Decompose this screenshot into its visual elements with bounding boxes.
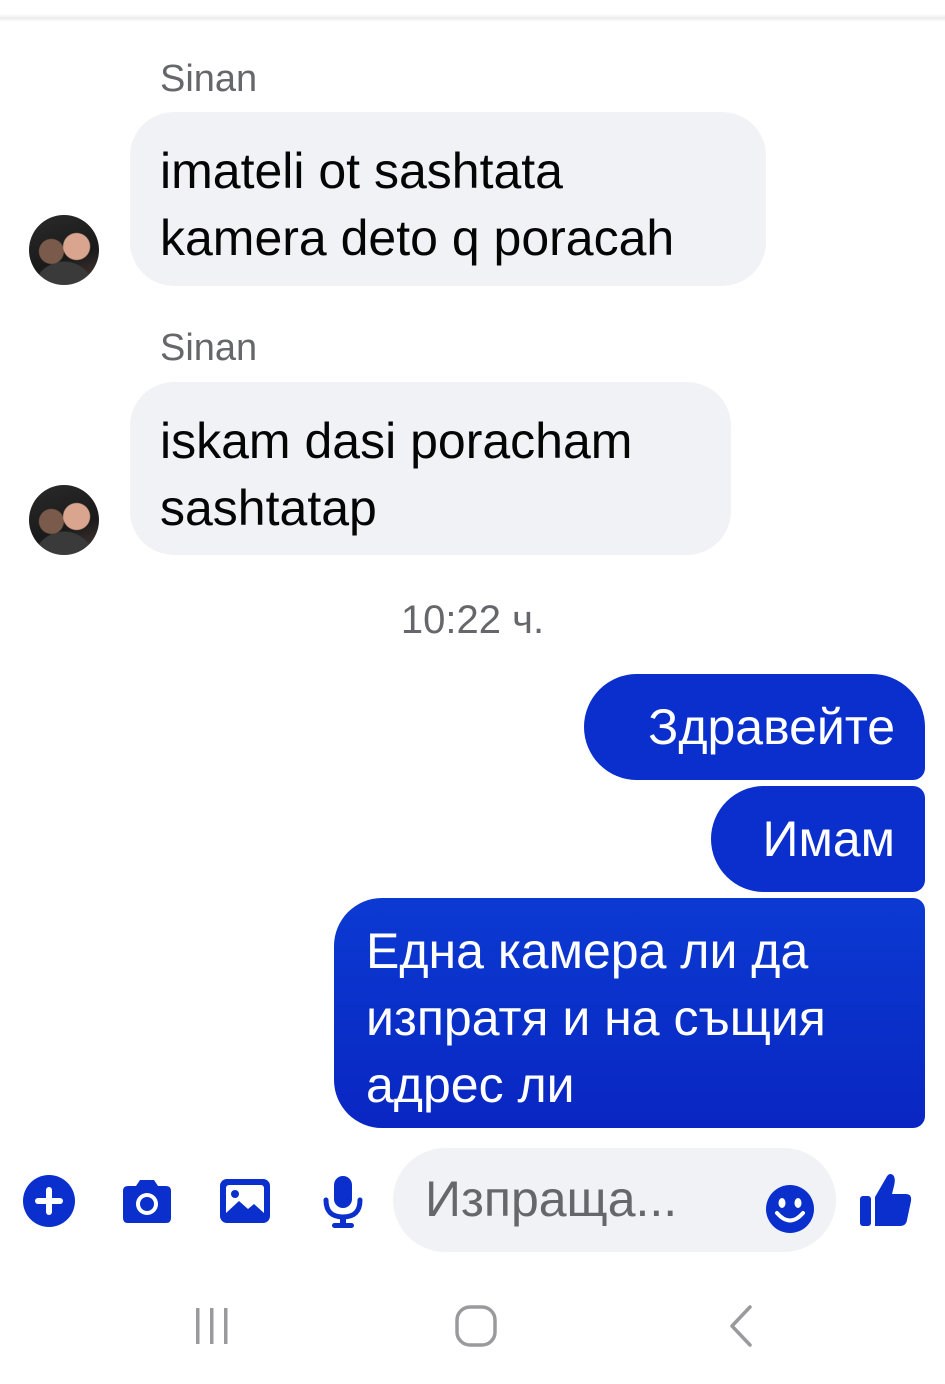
message-composer: Изпраща... bbox=[0, 1140, 945, 1260]
camera-icon[interactable] bbox=[119, 1173, 175, 1229]
recent-apps-icon[interactable] bbox=[190, 1308, 234, 1344]
message-line: iskam dasi poracham bbox=[160, 413, 633, 469]
message-line: Една камера ли да bbox=[366, 923, 809, 979]
timestamp: 10:22 ч. bbox=[400, 598, 545, 642]
outgoing-message-bubble[interactable]: Една камера ли да изпратя и на същия адр… bbox=[334, 898, 925, 1128]
message-input-placeholder: Изпраща... bbox=[425, 1171, 678, 1227]
thumbs-up-icon[interactable] bbox=[858, 1170, 914, 1230]
message-line: адрес ли bbox=[366, 1057, 575, 1113]
message-line: Имам bbox=[762, 811, 896, 867]
image-icon[interactable] bbox=[217, 1173, 273, 1229]
message-line: sashtatap bbox=[160, 480, 377, 536]
message-input[interactable]: Изпраща... bbox=[393, 1148, 836, 1252]
avatar[interactable] bbox=[29, 215, 99, 285]
outgoing-message-bubble[interactable]: Имам bbox=[711, 786, 925, 892]
sender-name: Sinan bbox=[160, 327, 258, 369]
microphone-icon[interactable] bbox=[315, 1173, 371, 1229]
home-icon[interactable] bbox=[454, 1304, 498, 1348]
back-icon[interactable] bbox=[726, 1304, 756, 1348]
incoming-message-bubble[interactable]: iskam dasi poracham sashtatap bbox=[130, 382, 731, 555]
plus-circle-icon[interactable] bbox=[21, 1173, 77, 1229]
message-line: kamera deto q poracah bbox=[160, 210, 675, 266]
emoji-icon[interactable] bbox=[765, 1184, 815, 1234]
message-line: imateli ot sashtata bbox=[160, 143, 563, 199]
incoming-message-bubble[interactable]: imateli ot sashtata kamera deto q poraca… bbox=[130, 112, 766, 286]
message-line: Здравейте bbox=[648, 699, 895, 755]
outgoing-message-bubble[interactable]: Здравейте bbox=[584, 674, 925, 780]
header-divider bbox=[0, 0, 945, 22]
system-navigation-bar bbox=[0, 1260, 945, 1384]
message-line: изпратя и на същия bbox=[366, 990, 826, 1046]
sender-name: Sinan bbox=[160, 58, 258, 100]
avatar[interactable] bbox=[29, 485, 99, 555]
